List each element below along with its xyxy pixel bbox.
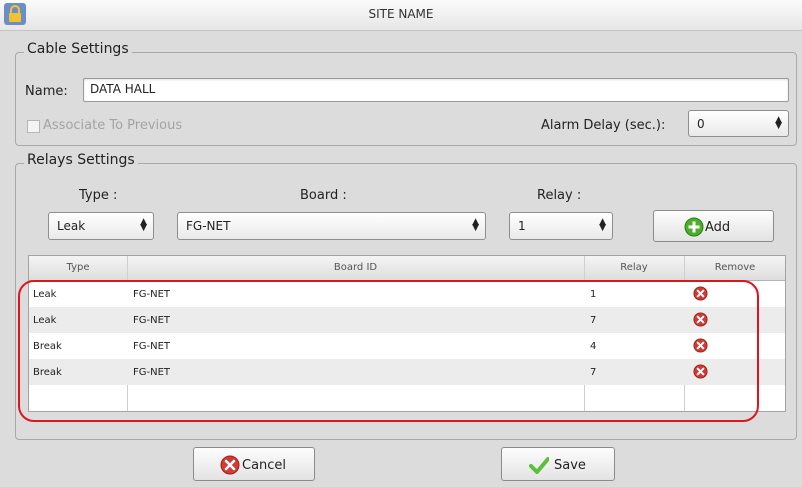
relay-select[interactable]: 1 ▲ ▼ — [509, 212, 613, 240]
add-icon — [684, 217, 704, 237]
name-field[interactable]: DATA HALL — [83, 78, 789, 102]
save-button-label: Save — [554, 458, 586, 473]
add-button[interactable]: Add — [653, 210, 774, 242]
relay-select-value: 1 — [518, 219, 526, 233]
column-header-remove[interactable]: Remove — [685, 262, 785, 273]
title-bar: SITE NAME — [0, 0, 802, 31]
cancel-icon — [220, 455, 240, 475]
type-select-value: Leak — [57, 219, 86, 233]
checkmark-icon — [529, 457, 549, 474]
cable-settings-legend: Cable Settings — [24, 41, 132, 57]
alarm-delay-label: Alarm Delay (sec.): — [541, 118, 666, 133]
window-title: SITE NAME — [368, 7, 434, 21]
board-select-value: FG-NET — [186, 219, 231, 233]
spin-arrows-icon: ▲ ▼ — [140, 217, 147, 233]
associate-label: Associate To Previous — [43, 118, 183, 133]
highlight-annotation — [18, 280, 759, 422]
spin-arrows-icon: ▲ ▼ — [599, 217, 606, 233]
save-button[interactable]: Save — [501, 447, 615, 481]
type-label: Type : — [79, 188, 118, 203]
spin-arrows-icon: ▲ ▼ — [472, 217, 479, 233]
relays-settings-legend: Relays Settings — [24, 152, 138, 168]
cancel-button-label: Cancel — [242, 458, 287, 473]
associate-checkbox[interactable] — [27, 120, 40, 133]
add-button-label: Add — [705, 220, 731, 235]
column-header-board-id[interactable]: Board ID — [128, 262, 583, 273]
column-header-relay[interactable]: Relay — [585, 262, 683, 273]
alarm-delay-value: 0 — [697, 117, 705, 131]
table-header: Type Board ID Relay Remove — [29, 256, 785, 281]
alarm-delay-select[interactable]: 0 ▲ ▼ — [688, 110, 789, 137]
cancel-button[interactable]: Cancel — [193, 447, 315, 481]
column-header-type[interactable]: Type — [29, 262, 127, 273]
spin-arrows-icon: ▲ ▼ — [775, 115, 782, 131]
board-label: Board : — [300, 188, 347, 203]
type-select[interactable]: Leak ▲ ▼ — [48, 212, 154, 240]
board-select[interactable]: FG-NET ▲ ▼ — [177, 212, 486, 240]
name-label: Name: — [25, 84, 68, 99]
relay-label: Relay : — [537, 188, 582, 203]
